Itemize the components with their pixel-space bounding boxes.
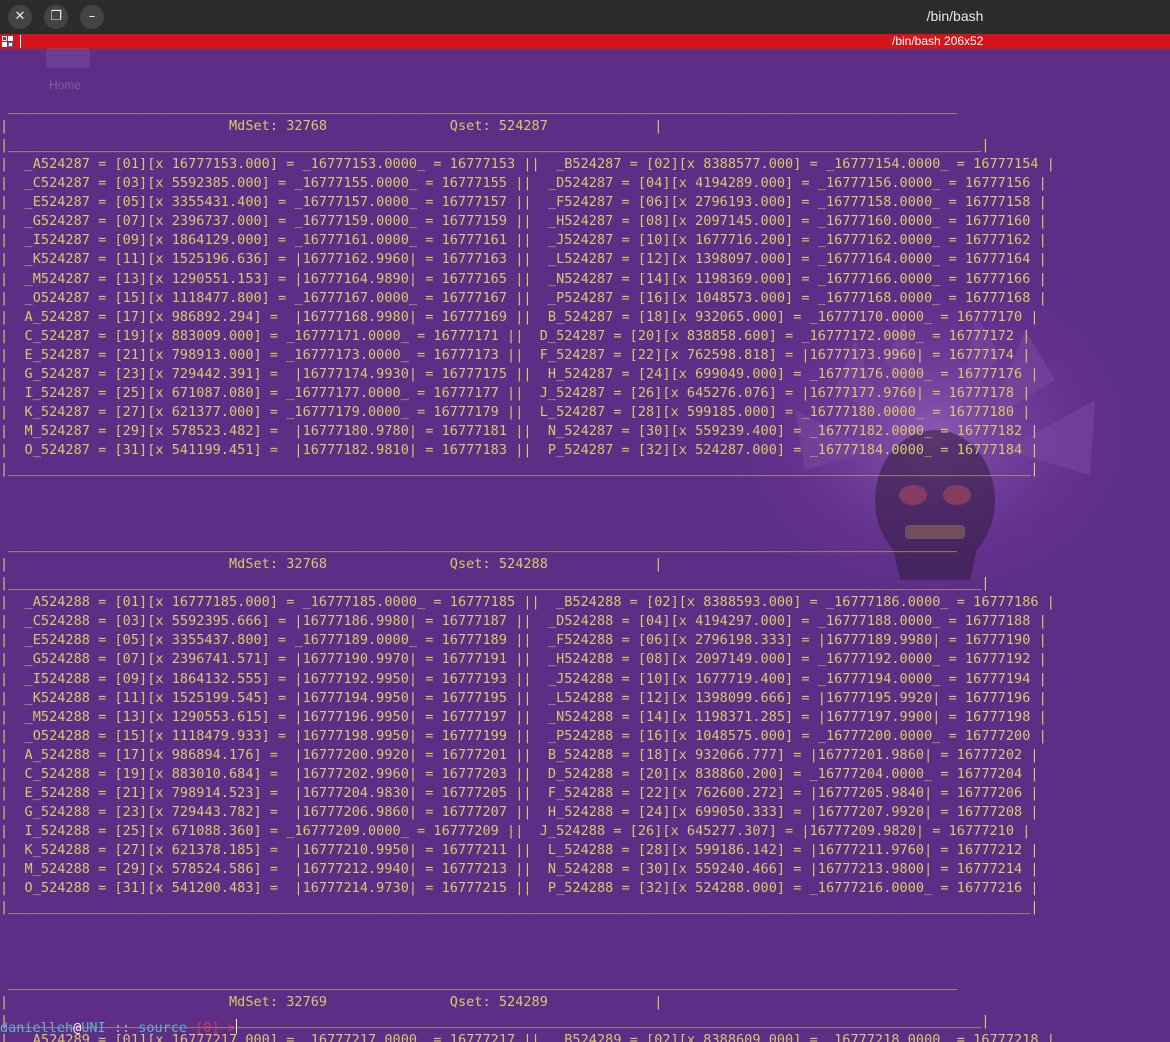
terminal-line: | _I524288 = [09][x 1864132.555] = |1677…: [0, 670, 1047, 687]
terminal-line: | K_524287 = [27][x 621377.000] = _16777…: [0, 403, 1031, 420]
terminal-line: | _M524287 = [13][x 1290551.153] = |1677…: [0, 270, 1047, 287]
terminal-line: | C_524288 = [19][x 883010.684] = |16777…: [0, 765, 1039, 782]
terminal-line: | _E524287 = [05][x 3355431.400] = _1677…: [0, 194, 1047, 211]
terminal-line: | A_524288 = [17][x 986894.176] = |16777…: [0, 746, 1039, 763]
prompt-status: [0] >: [186, 1020, 236, 1036]
terminal-line: | _E524288 = [05][x 3355437.800] = _1677…: [0, 632, 1047, 649]
terminal-line: | _A524287 = [01][x 16777153.000] = _167…: [0, 156, 1055, 173]
restore-button[interactable]: ❐: [44, 5, 68, 29]
terminal-line: | _K524287 = [11][x 1525196.636] = |1677…: [0, 251, 1047, 268]
terminal-tab-label[interactable]: /bin/bash 206x52: [892, 34, 983, 49]
terminal-line: ________________________________________…: [0, 99, 957, 116]
terminal-line: |_______________________________________…: [0, 137, 990, 154]
terminal-line: |_______________________________________…: [0, 460, 1039, 477]
terminal-line: | M_524287 = [29][x 578523.482] = |16777…: [0, 422, 1039, 439]
terminal-line: | _G524287 = [07][x 2396737.000] = _1677…: [0, 213, 1047, 230]
terminal-line: | K_524288 = [27][x 621378.185] = |16777…: [0, 841, 1039, 858]
terminal-line: | _C524287 = [03][x 5592385.000] = _1677…: [0, 175, 1047, 192]
prompt-host: UNI: [81, 1020, 106, 1036]
terminal-line: | O_524288 = [31][x 541200.483] = |16777…: [0, 880, 1039, 897]
prompt-user: danielleh: [0, 1020, 74, 1036]
close-button[interactable]: ✕: [8, 5, 32, 29]
terminal-line: | C_524287 = [19][x 883009.000] = _16777…: [0, 327, 1031, 344]
terminal-line: | G_524288 = [23][x 729443.782] = |16777…: [0, 803, 1039, 820]
terminal-line: | A_524287 = [17][x 986892.294] = |16777…: [0, 308, 1039, 325]
terminal-output[interactable]: ________________________________________…: [0, 60, 1170, 1042]
terminal-line: | _O524287 = [15][x 1118477.800] = _1677…: [0, 289, 1047, 306]
prompt-separator: ::: [105, 1020, 139, 1036]
terminal-line: | _O524288 = [15][x 1118479.933] = |1677…: [0, 727, 1047, 744]
window-titlebar: ✕ ❐ – /bin/bash: [0, 0, 1170, 34]
terminal-line: ________________________________________…: [0, 975, 957, 992]
terminal-window: ✕ ❐ – /bin/bash /bin/bash 206x52 Home __…: [0, 0, 1170, 1042]
terminal-line: | _K524288 = [11][x 1525199.545] = |1677…: [0, 689, 1047, 706]
terminal-line: | G_524287 = [23][x 729442.391] = |16777…: [0, 365, 1039, 382]
terminal-line: ________________________________________…: [0, 537, 957, 554]
tab-separator: [20, 35, 21, 48]
terminal-line: | _G524288 = [07][x 2396741.571] = |1677…: [0, 651, 1047, 668]
shell-prompt[interactable]: danielleh@UNI :: source [0] >: [0, 1019, 237, 1038]
terminal-line: | MdSet: 32768 Qset: 524287 |: [0, 118, 663, 135]
terminal-line: | E_524287 = [21][x 798913.000] = _16777…: [0, 346, 1031, 363]
terminal-line: | I_524287 = [25][x 671087.080] = _16777…: [0, 384, 1031, 401]
terminal-line: | I_524288 = [25][x 671088.360] = _16777…: [0, 822, 1031, 839]
terminal-line: | _A524288 = [01][x 16777185.000] = _167…: [0, 594, 1055, 611]
terminal-line: |_______________________________________…: [0, 899, 1039, 916]
terminal-line: | O_524287 = [31][x 541199.451] = |16777…: [0, 441, 1039, 458]
minimize-button[interactable]: –: [80, 5, 104, 29]
terminal-app-icon: [2, 36, 13, 47]
terminal-line: | MdSet: 32769 Qset: 524289 |: [0, 994, 663, 1011]
terminal-line: | _I524287 = [09][x 1864129.000] = _1677…: [0, 232, 1047, 249]
terminal-line: | M_524288 = [29][x 578524.586] = |16777…: [0, 860, 1039, 877]
text-cursor: [235, 1019, 237, 1034]
window-title: /bin/bash: [926, 8, 984, 24]
terminal-line: | MdSet: 32768 Qset: 524288 |: [0, 556, 663, 573]
terminal-line: | _M524288 = [13][x 1290553.615] = |1677…: [0, 708, 1047, 725]
terminal-line: | E_524288 = [21][x 798914.523] = |16777…: [0, 784, 1039, 801]
terminal-line: | _C524288 = [03][x 5592395.666] = |1677…: [0, 613, 1047, 630]
terminal-tab-bar: /bin/bash 206x52: [0, 34, 1170, 49]
prompt-directory: source: [138, 1020, 187, 1036]
terminal-line: |_______________________________________…: [0, 575, 990, 592]
